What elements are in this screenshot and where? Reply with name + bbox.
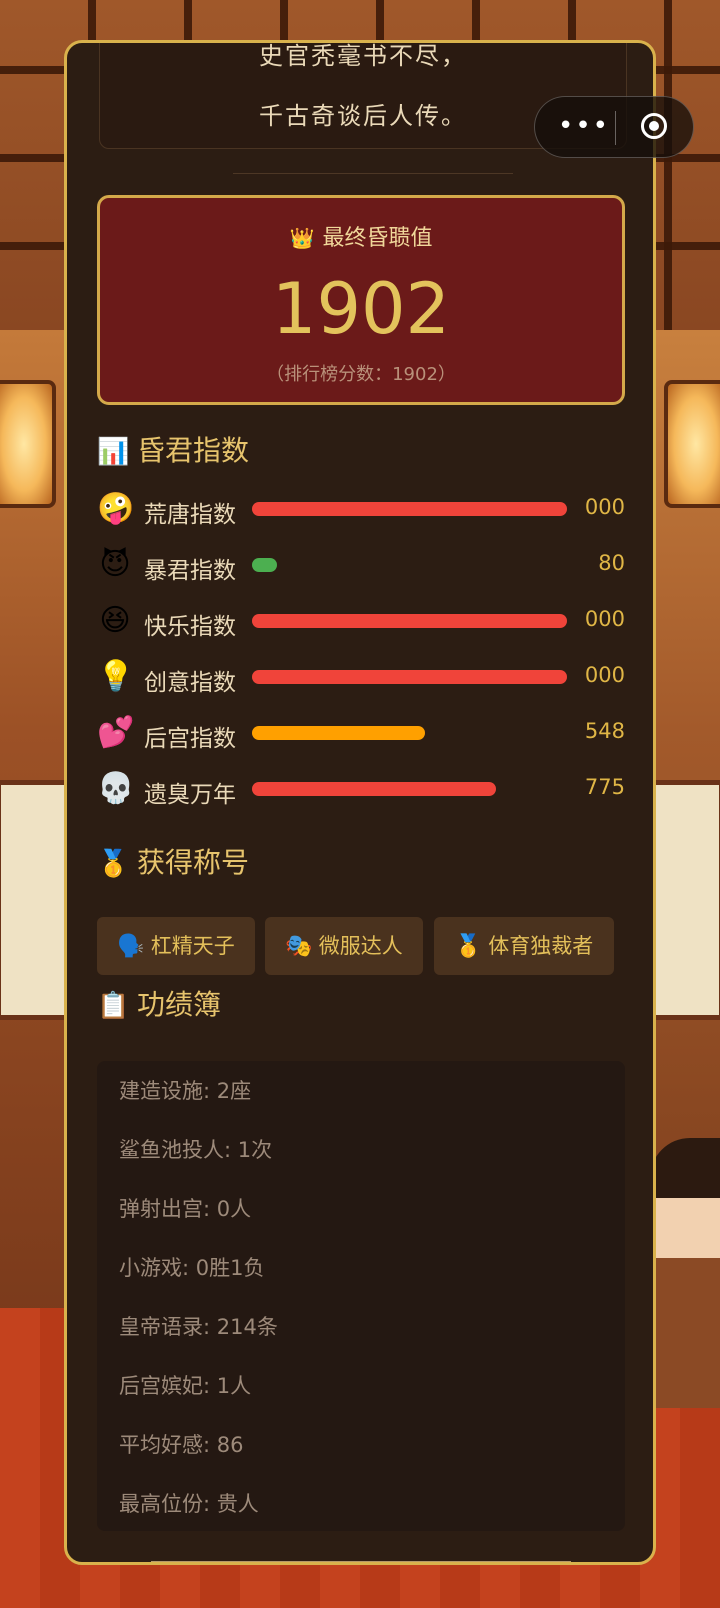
record-item: 皇帝语录: 214条 <box>119 1315 278 1339</box>
stat-bar-track <box>252 726 567 740</box>
stat-label: 创意指数 <box>144 670 236 696</box>
stat-row-harem: 💕 后宫指数 548 <box>97 713 625 753</box>
stat-label: 暴君指数 <box>144 558 236 584</box>
title-chip-label: 微服达人 <box>318 934 403 958</box>
speaking-head-icon: 🗣️ <box>117 934 145 959</box>
stat-bar-track <box>252 614 567 628</box>
lantern-left <box>0 380 56 508</box>
stat-value: 000 <box>584 607 625 631</box>
titles-section-label: 获得称号 <box>137 846 250 879</box>
lantern-right <box>664 380 720 508</box>
light-bulb-icon: 💡 <box>97 659 135 694</box>
titles-section-title: 🥇 获得称号 <box>97 841 249 881</box>
stat-bar-fill <box>252 614 567 628</box>
medal-icon: 🥇 <box>454 934 483 959</box>
stat-bar-track <box>252 670 567 684</box>
record-item: 最高位份: 贵人 <box>119 1492 259 1516</box>
title-chip[interactable]: 🗣️ 杠精天子 <box>97 917 255 975</box>
stat-bar-fill <box>252 782 496 796</box>
stat-label: 后宫指数 <box>144 726 236 752</box>
stat-row-infamy: 💀 遗臭万年 775 <box>97 769 625 809</box>
stat-label: 快乐指数 <box>144 614 236 640</box>
stat-value: 000 <box>584 663 625 687</box>
record-item: 小游戏: 0胜1负 <box>119 1256 265 1280</box>
stat-value: 80 <box>598 551 625 575</box>
stats-section-label: 昏君指数 <box>137 434 250 467</box>
stat-row-creative: 💡 创意指数 000 <box>97 657 625 697</box>
title-chip-label: 体育独裁者 <box>488 934 594 958</box>
stat-bar-fill <box>252 726 425 740</box>
final-score-card: 👑 最终昏聩值 1902 （排行榜分数：1902） <box>97 195 625 405</box>
stat-bar-track <box>252 558 567 572</box>
theater-masks-icon: 🎭 <box>285 934 313 959</box>
crazy-face-icon: 🤪 <box>97 491 135 526</box>
title-chip-label: 杠精天子 <box>150 934 235 958</box>
record-item: 后宫嫔妃: 1人 <box>119 1374 252 1398</box>
records-list: 建造设施: 2座 鲨鱼池投人: 1次 弹射出宫: 0人 小游戏: 0胜1负 皇帝… <box>97 1061 625 1531</box>
records-section-label: 功绩簿 <box>137 988 222 1021</box>
stat-value: 775 <box>584 775 625 799</box>
record-item: 弹射出宫: 0人 <box>119 1197 252 1221</box>
stats-section-title: 📊 昏君指数 <box>97 429 249 469</box>
stat-label: 荒唐指数 <box>144 502 236 528</box>
records-section-title: 📋 功绩簿 <box>97 983 221 1023</box>
score-value: 1902 <box>271 268 451 350</box>
stat-bar-fill <box>252 558 277 572</box>
stat-bar-fill <box>252 502 567 516</box>
score-title-label: 最终昏聩值 <box>322 226 433 251</box>
record-item: 鲨鱼池投人: 1次 <box>119 1138 273 1162</box>
capsule-separator <box>615 111 616 145</box>
medal-icon: 🥇 <box>97 849 130 879</box>
stat-row-absurd: 🤪 荒唐指数 000 <box>97 489 625 529</box>
two-hearts-icon: 💕 <box>97 715 135 750</box>
stat-row-happy: 😆 快乐指数 000 <box>97 601 625 641</box>
stat-value: 000 <box>584 495 625 519</box>
stat-label: 遗臭万年 <box>144 782 236 808</box>
record-item: 建造设施: 2座 <box>119 1079 252 1103</box>
close-target-icon[interactable] <box>641 113 667 139</box>
stat-row-tyrant: 😈 暴君指数 80 <box>97 545 625 585</box>
skull-icon: 💀 <box>97 771 135 806</box>
bottom-divider <box>151 1561 571 1562</box>
leaderboard-score: （排行榜分数：1902） <box>266 364 456 385</box>
bar-chart-icon: 📊 <box>97 437 130 467</box>
titles-list: 🗣️ 杠精天子 🎭 微服达人 🥇 体育独裁者 <box>97 917 625 977</box>
crown-icon: 👑 <box>289 226 315 250</box>
stat-value: 548 <box>584 719 625 743</box>
clipboard-icon: 📋 <box>97 991 130 1021</box>
score-title: 👑 最终昏聩值 <box>100 220 622 252</box>
poem-line-1: 史官秃毫书不尽， <box>259 42 467 70</box>
laughing-face-icon: 😆 <box>99 603 131 638</box>
devil-face-icon: 😈 <box>99 547 131 582</box>
mini-program-capsule: ••• <box>534 96 694 158</box>
title-chip[interactable]: 🥇 体育独裁者 <box>434 917 614 975</box>
stat-bar-track <box>252 502 567 516</box>
stat-bar-fill <box>252 670 567 684</box>
more-options-icon[interactable]: ••• <box>555 111 613 145</box>
divider <box>233 173 513 174</box>
record-item: 平均好感: 86 <box>119 1433 244 1457</box>
stat-bar-track <box>252 782 567 796</box>
minister-character <box>650 1138 720 1408</box>
result-panel[interactable]: 史官秃毫书不尽， 千古奇谈后人传。 👑 最终昏聩值 1902 （排行榜分数：190… <box>64 40 656 1565</box>
title-chip[interactable]: 🎭 微服达人 <box>265 917 423 975</box>
